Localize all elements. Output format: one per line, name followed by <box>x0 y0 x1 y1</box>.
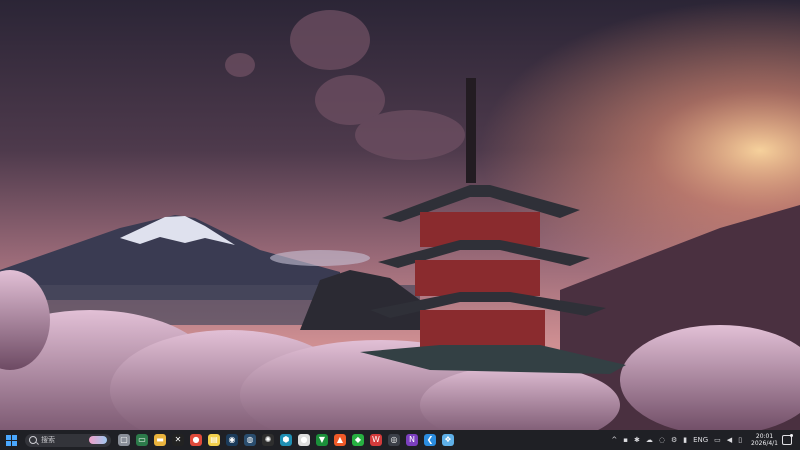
search-icon <box>29 436 37 444</box>
display-icon[interactable]: ▭ <box>714 436 721 444</box>
obs-icon[interactable]: ◎ <box>388 434 400 446</box>
show-hidden-icons-chevron-icon[interactable]: ^ <box>611 436 617 444</box>
language-indicator[interactable]: ENG <box>693 436 708 444</box>
bluetooth-icon[interactable]: ✱ <box>634 436 640 444</box>
onedrive-icon[interactable]: ☁ <box>646 436 653 444</box>
onenote-icon[interactable]: N <box>406 434 418 446</box>
clock-time: 20:01 <box>755 433 774 440</box>
terminal-icon[interactable]: ▭ <box>136 434 148 446</box>
volume-icon[interactable]: ◀ <box>727 436 732 444</box>
pinned-apps: ▢ ▭ ▬ ✕ ● ▤ ◉ ◍ ✺ ⬢ ● ▼ ▲ ◆ W ◎ N ❮ ❖ <box>115 434 457 446</box>
capcut-icon[interactable]: ✕ <box>172 434 184 446</box>
windows-logo-icon <box>6 434 11 440</box>
vscode-icon[interactable]: ❮ <box>424 434 436 446</box>
wallpaper <box>0 0 800 430</box>
vim-icon[interactable]: ▼ <box>316 434 328 446</box>
copilot-icon[interactable]: ❖ <box>442 434 454 446</box>
brave-icon[interactable]: ▲ <box>334 434 346 446</box>
search-placeholder: 搜索 <box>41 436 55 444</box>
search-box[interactable]: 搜索 <box>25 433 111 447</box>
microphone-icon[interactable]: ▮ <box>683 436 687 444</box>
taskbar: 搜索 ▢ ▭ ▬ ✕ ● ▤ ◉ ◍ ✺ ⬢ ● ▼ ▲ ◆ W ◎ N ❮ ❖ ^ ▪ ✱ ☁ ◌ ⚙ ▮ ENG… <box>0 430 800 450</box>
github-icon[interactable]: ● <box>298 434 310 446</box>
notification-bell-icon[interactable] <box>782 434 793 445</box>
steam-alt-icon[interactable]: ◍ <box>244 434 256 446</box>
chrome-icon[interactable]: ● <box>190 434 202 446</box>
file-explorer-icon[interactable]: ▬ <box>154 434 166 446</box>
steam-icon[interactable]: ◉ <box>226 434 238 446</box>
clock-date: 2026/4/1 <box>751 440 778 447</box>
start-button[interactable] <box>6 434 17 446</box>
clock[interactable]: 20:01 2026/4/1 <box>751 433 778 447</box>
task-view-icon[interactable]: ▢ <box>118 434 130 446</box>
notes-icon[interactable]: ▤ <box>208 434 220 446</box>
openai-icon[interactable]: ✺ <box>262 434 274 446</box>
wps-icon[interactable]: W <box>370 434 382 446</box>
desktop[interactable] <box>0 0 800 430</box>
network-icon[interactable]: ◌ <box>659 436 665 444</box>
wechat-icon[interactable]: ◆ <box>352 434 364 446</box>
horizon-cloud <box>270 250 370 266</box>
battery-icon[interactable]: ▯ <box>738 436 742 444</box>
settings-gear-icon[interactable]: ⚙ <box>671 436 677 444</box>
shield-icon[interactable]: ⬢ <box>280 434 292 446</box>
system-tray: ^ ▪ ✱ ☁ ◌ ⚙ ▮ ENG ▭ ◀ ▯ 20:01 2026/4/1 <box>608 430 800 450</box>
tray-app-icon[interactable]: ▪ <box>623 436 628 444</box>
search-highlight-icon <box>89 436 107 444</box>
